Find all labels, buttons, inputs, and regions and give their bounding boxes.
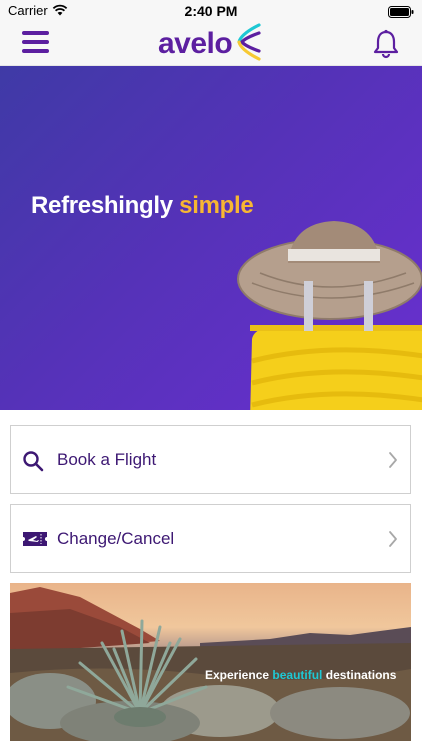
chevron-right-icon (388, 451, 398, 474)
chevron-right-icon (388, 530, 398, 553)
book-flight-label: Book a Flight (57, 450, 157, 469)
change-cancel-button[interactable]: Change/Cancel (10, 504, 411, 573)
hero-title-main: Refreshingly (31, 192, 173, 219)
desert-landscape-image (10, 587, 411, 741)
hat-suitcase-image (230, 211, 422, 410)
bell-icon (373, 29, 399, 59)
app-header: avelo (0, 22, 422, 66)
banner-text-before: Experience (205, 668, 270, 682)
logo-text: avelo (158, 27, 233, 60)
logo-mark-icon (235, 22, 261, 67)
battery-icon (388, 5, 414, 23)
hero-title: Refreshingly simple (31, 192, 254, 220)
clock: 2:40 PM (184, 3, 238, 19)
book-flight-button[interactable]: Book a Flight (10, 425, 411, 494)
change-cancel-label: Change/Cancel (57, 529, 175, 548)
destinations-banner[interactable]: Experience beautiful destinations (10, 583, 411, 741)
avelo-logo: avelo (158, 22, 261, 66)
hero-banner: Refreshingly simple (0, 66, 422, 410)
notifications-button[interactable] (370, 28, 402, 65)
ticket-icon (22, 529, 48, 554)
banner-text-after: destinations (325, 668, 397, 682)
menu-icon (22, 31, 49, 35)
menu-button[interactable] (22, 31, 52, 57)
status-bar: Carrier 2:40 PM (0, 0, 422, 22)
search-icon (22, 450, 44, 477)
banner-caption: Experience beautiful destinations (205, 668, 396, 682)
banner-text-accent: beautiful (272, 668, 323, 682)
